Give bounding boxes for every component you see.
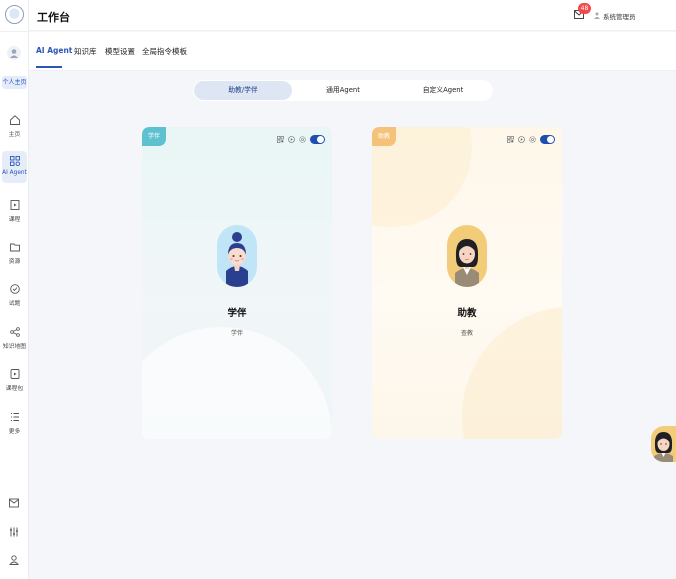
gear-icon[interactable] (299, 135, 306, 143)
page-title: 工作台 (37, 11, 70, 24)
floating-assistant-button[interactable] (651, 426, 676, 462)
rail-item-package[interactable]: 课程包 (0, 368, 29, 392)
rail-item-home[interactable]: 主页 (0, 114, 29, 138)
rail-item-label: 知识地图 (2, 344, 27, 350)
segment-custom-agent[interactable]: 自定义Agent (394, 81, 492, 100)
app-logo[interactable] (5, 5, 24, 24)
segment-tutor-companion[interactable]: 助教/学伴 (194, 81, 292, 100)
qrcode-icon[interactable] (277, 135, 284, 143)
tab-ai-agent[interactable]: AI Agent (36, 46, 72, 55)
card-description: 学伴 (230, 330, 243, 337)
play-icon[interactable] (518, 135, 525, 143)
card-tools (507, 134, 555, 144)
knowledge-map-icon (9, 327, 20, 337)
segment-general-agent[interactable]: 通用Agent (294, 81, 392, 100)
card-decoration (462, 307, 562, 439)
agent-type-segment: 助教/学伴 通用Agent 自定义Agent (193, 80, 493, 101)
rail-item-more[interactable]: 更多 (0, 411, 29, 435)
rail-item-resource[interactable]: 资源 (0, 241, 29, 265)
card-description: 查教 (460, 330, 473, 337)
rail-item-ai-agent[interactable]: AI Agent (0, 151, 29, 183)
course-icon (10, 200, 19, 210)
my-avatar[interactable] (7, 46, 21, 60)
qrcode-icon[interactable] (507, 135, 514, 143)
gear-icon[interactable] (529, 135, 536, 143)
card-title: 学伴 (227, 308, 247, 319)
enable-toggle[interactable] (540, 134, 555, 144)
tab-model-settings[interactable]: 模型设置 (105, 46, 135, 57)
user-icon (594, 12, 600, 19)
settings-sliders-icon[interactable] (8, 526, 20, 538)
agent-icon (9, 156, 20, 166)
rail-item-label: 课程 (8, 217, 21, 223)
enable-toggle[interactable] (310, 134, 325, 144)
card-tag: 助教 (372, 127, 397, 146)
rail-item-quiz[interactable]: 试题 (0, 283, 29, 307)
agent-card-assistant[interactable]: 助教 助教 查教 (372, 127, 562, 439)
rail-item-knowledge-map[interactable]: 知识地图 (0, 326, 29, 350)
active-tab-underline (36, 66, 62, 68)
rail-item-label: 课程包 (5, 386, 24, 392)
quiz-icon (9, 284, 20, 294)
rail-item-label: 主页 (8, 132, 21, 138)
rail-item-course[interactable]: 课程 (0, 199, 29, 223)
companion-avatar (217, 225, 257, 287)
personal-home-tag[interactable]: 个人主页 (2, 76, 27, 89)
notification-badge: 48 (578, 3, 591, 14)
card-title: 助教 (457, 308, 477, 319)
folder-icon (9, 243, 20, 252)
rail-item-label: AI Agent (2, 170, 27, 176)
rail-item-label: 更多 (8, 429, 21, 435)
package-icon (10, 369, 19, 379)
rail-divider (0, 31, 29, 32)
card-decoration (142, 327, 332, 439)
tab-global-prompt-template[interactable]: 全局指令模板 (142, 46, 187, 57)
user-name[interactable]: 系统管理员 (603, 11, 636, 21)
home-icon (9, 115, 20, 125)
card-tools (277, 134, 325, 144)
tab-knowledge-base[interactable]: 知识库 (74, 46, 97, 57)
sub-navigation: AI Agent 知识库 模型设置 全局指令模板 (29, 32, 676, 71)
message-icon[interactable] (8, 497, 20, 509)
card-tag: 学伴 (142, 127, 167, 146)
user-icon[interactable] (8, 554, 20, 566)
play-icon[interactable] (288, 135, 295, 143)
agent-card-companion[interactable]: 学伴 学伴 学伴 (142, 127, 332, 439)
rail-item-label: 试题 (8, 301, 21, 307)
left-rail: 个人主页 主页 AI Agent 课程 资源 试题 知识地图 课程包 更多 (0, 0, 29, 579)
rail-item-label: 资源 (8, 259, 21, 265)
assistant-avatar (447, 225, 487, 287)
more-icon (10, 413, 19, 421)
